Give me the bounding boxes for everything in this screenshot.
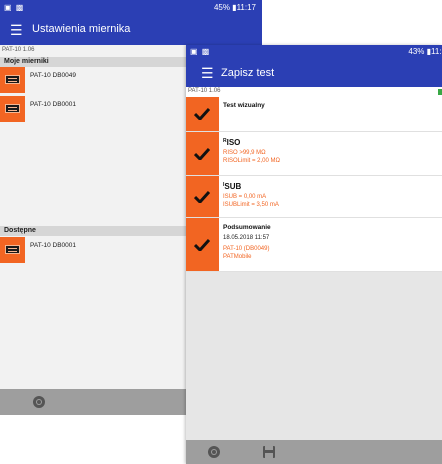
test-date: 18.05.2018 11:57 <box>223 235 270 241</box>
page-title: Ustawienia miernika <box>32 23 131 35</box>
signal-indicator <box>438 89 442 95</box>
device-icon <box>0 96 25 122</box>
test-name: Test wizualny <box>223 102 265 109</box>
check-cell <box>186 132 219 175</box>
save-test-screen: ▣ ▩ 43% ▮11:5 ☰ Zapisz test PAT-10 1.06 … <box>186 45 442 464</box>
check-cell <box>186 97 219 131</box>
test-row-visual[interactable]: Test wizualny <box>186 97 442 132</box>
app-name: PATMobile <box>223 254 252 260</box>
app-bar: ☰ Zapisz test <box>186 59 442 87</box>
battery-clock: 45% ▮11:17 <box>213 3 256 12</box>
version-label: PAT-10 1.06 <box>2 47 35 53</box>
device-name: PAT-10 DB0001 <box>30 242 77 249</box>
test-row-riso[interactable]: RISO RISO >99,9 MΩ RISOLimit = 2,00 MΩ <box>186 132 442 176</box>
device-icon <box>0 67 25 93</box>
meter-id: PAT-10 (DB0049) <box>223 246 270 252</box>
check-icon <box>194 108 210 120</box>
test-limit: ISUBLimit = 3,50 mA <box>223 202 279 208</box>
check-icon <box>194 147 210 160</box>
menu-icon[interactable]: ☰ <box>201 65 214 82</box>
device-icon <box>0 237 25 263</box>
test-row-summary[interactable]: Podsumowanie 18.05.2018 11:57 PAT-10 (DB… <box>186 218 442 272</box>
test-row-isub[interactable]: ISUB ISUB = 0,00 mA ISUBLimit = 3,50 mA <box>186 176 442 218</box>
check-icon <box>194 190 210 203</box>
app-bar: ☰ Ustawienia miernika <box>0 16 262 45</box>
page-title: Zapisz test <box>221 67 275 79</box>
device-name: PAT-10 DB0049 <box>30 72 77 79</box>
test-value: ISUB = 0,00 mA <box>223 194 267 200</box>
menu-icon[interactable]: ☰ <box>10 22 23 39</box>
status-bar: ▣ ▩ 45% ▮11:17 <box>0 0 262 16</box>
battery-clock: 43% ▮11:5 <box>408 47 442 56</box>
check-cell <box>186 218 219 271</box>
bottom-bar <box>186 440 442 464</box>
test-name: ISUB <box>223 182 242 191</box>
back-icon[interactable] <box>208 446 220 458</box>
test-name: Podsumowanie <box>223 224 271 231</box>
notification-icons: ▣ ▩ <box>190 47 211 56</box>
check-cell <box>186 176 219 217</box>
device-name: PAT-10 DB0001 <box>30 101 77 108</box>
version-row: PAT-10 1.06 <box>186 87 442 97</box>
back-icon[interactable] <box>33 396 45 408</box>
test-value: RISO >99,9 MΩ <box>223 150 266 156</box>
check-icon <box>194 238 210 251</box>
save-icon[interactable] <box>262 445 276 459</box>
notification-icons: ▣ ▩ <box>4 3 25 12</box>
status-bar: ▣ ▩ 43% ▮11:5 <box>186 45 442 59</box>
test-name: RISO <box>223 138 241 147</box>
version-label: PAT-10 1.06 <box>188 88 221 94</box>
test-limit: RISOLimit = 2,00 MΩ <box>223 158 281 164</box>
